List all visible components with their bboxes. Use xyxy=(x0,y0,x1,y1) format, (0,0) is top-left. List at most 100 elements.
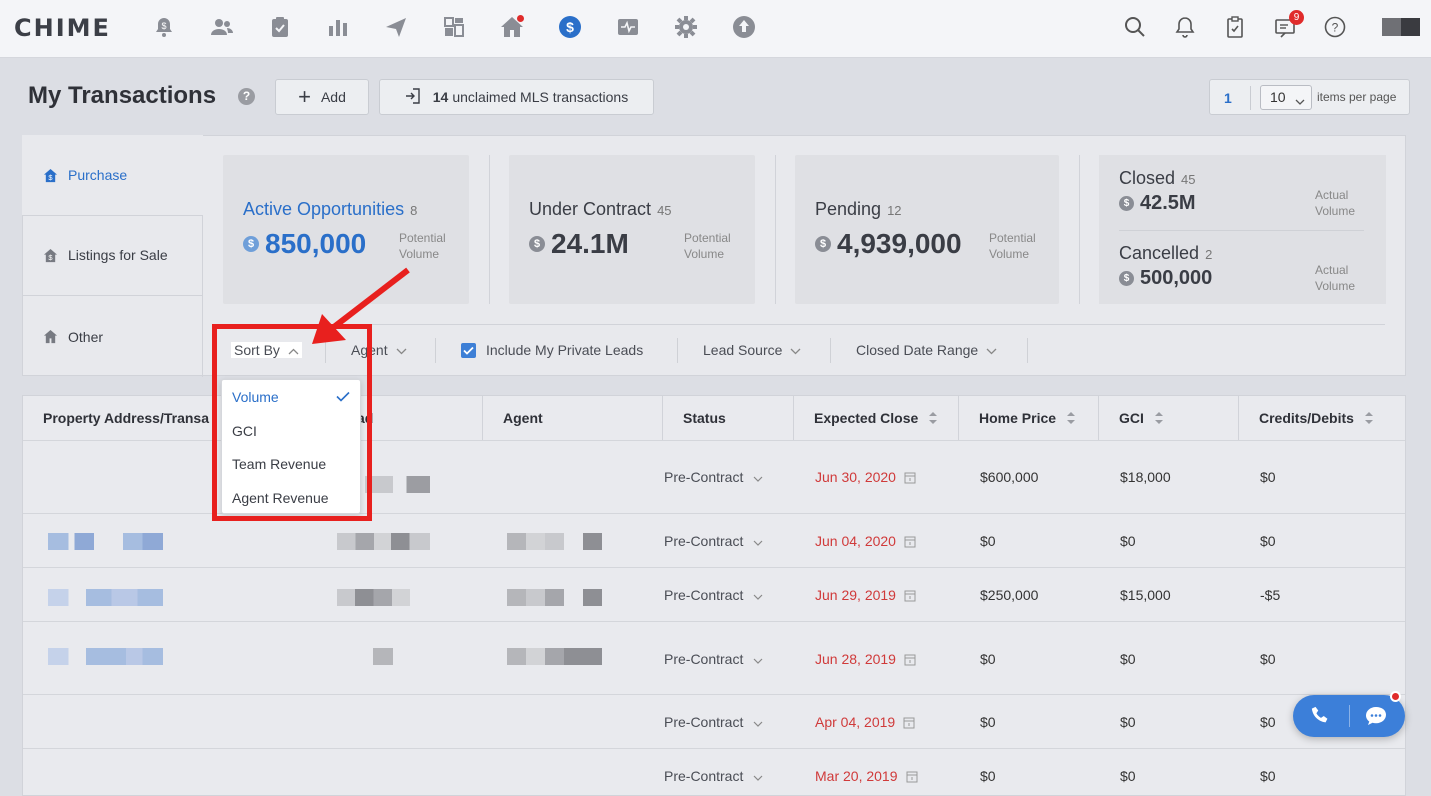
expected-close-date[interactable]: Mar 20, 2019 xyxy=(815,768,918,786)
help-icon[interactable]: ? xyxy=(1322,14,1348,40)
redacted-address[interactable] xyxy=(48,533,163,550)
checkbox-checked-icon[interactable] xyxy=(461,342,476,358)
card-count: 8 xyxy=(410,203,418,218)
card-value: 850,000 xyxy=(265,228,367,259)
task-icon[interactable] xyxy=(1222,14,1248,40)
col-header-expected-close[interactable]: Expected Close xyxy=(794,396,959,440)
pager-divider xyxy=(1250,86,1251,110)
redacted-address[interactable] xyxy=(48,648,163,665)
sort-icon[interactable] xyxy=(1154,410,1164,426)
tab-listings-for-sale[interactable]: $ Listings for Sale xyxy=(22,215,203,296)
status-dropdown[interactable]: Pre-Contract xyxy=(664,469,763,485)
dollar-icon[interactable]: $ xyxy=(557,14,583,40)
notification-bell-icon[interactable] xyxy=(1172,14,1198,40)
calendar-icon[interactable] xyxy=(904,535,916,551)
chat-notification-dot xyxy=(1390,691,1401,702)
add-button[interactable]: + Add xyxy=(275,79,369,115)
sort-icon[interactable] xyxy=(1066,410,1076,426)
activity-icon[interactable] xyxy=(615,14,641,40)
col-header-credits-debits[interactable]: Credits/Debits xyxy=(1239,396,1405,440)
card-pending[interactable]: Pending 12 $4,939,000 Potential Volume xyxy=(795,155,1059,304)
messages-icon[interactable]: 9 xyxy=(1272,10,1304,40)
chime-logo[interactable]: CHIME xyxy=(14,14,111,42)
annotation-arrow-icon xyxy=(312,267,410,344)
credits-debits: $0 xyxy=(1260,714,1276,730)
chevron-down-icon xyxy=(753,469,763,485)
redacted-agent[interactable] xyxy=(507,589,602,606)
calendar-icon[interactable] xyxy=(904,589,916,605)
col-header-status[interactable]: Status xyxy=(663,396,794,440)
lead-source-filter[interactable]: Lead Source xyxy=(703,342,801,358)
messages-badge: 9 xyxy=(1289,10,1304,25)
chat-icon[interactable] xyxy=(1364,704,1388,731)
col-header-gci[interactable]: GCI xyxy=(1099,396,1239,440)
col-header-agent[interactable]: Agent xyxy=(483,396,663,440)
home-notification-dot xyxy=(517,15,524,22)
gear-icon[interactable] xyxy=(673,14,699,40)
closed-date-range-filter[interactable]: Closed Date Range xyxy=(856,342,997,358)
tab-other[interactable]: Other xyxy=(22,296,203,377)
closed-value: 42.5M xyxy=(1140,192,1196,214)
card-title: Under Contract xyxy=(529,199,652,219)
card-divider xyxy=(775,155,776,304)
redacted-agent[interactable] xyxy=(507,648,602,665)
sort-icon[interactable] xyxy=(928,410,938,426)
filter-separator xyxy=(435,338,436,363)
phone-icon[interactable] xyxy=(1310,705,1332,730)
col-header-home-price[interactable]: Home Price xyxy=(959,396,1099,440)
send-icon[interactable] xyxy=(383,14,409,40)
filter-separator xyxy=(1027,338,1028,363)
redacted-lead[interactable] xyxy=(373,648,393,665)
status-dropdown[interactable]: Pre-Contract xyxy=(664,714,763,730)
unclaimed-mls-button[interactable]: 14 unclaimed MLS transactions xyxy=(379,79,654,115)
calendar-icon[interactable] xyxy=(904,653,916,669)
card-divider xyxy=(489,155,490,304)
status-dropdown[interactable]: Pre-Contract xyxy=(664,587,763,603)
avatar[interactable] xyxy=(1382,18,1420,36)
redacted-lead[interactable] xyxy=(337,533,430,550)
tab-purchase[interactable]: $ Purchase xyxy=(22,135,203,216)
bell-dollar-icon[interactable]: $ xyxy=(151,14,177,40)
status-dropdown[interactable]: Pre-Contract xyxy=(664,768,763,784)
redacted-address[interactable] xyxy=(48,589,163,606)
card-closed-cancelled[interactable]: Closed 45 $42.5M Actual Volume Cancelled 2 … xyxy=(1099,155,1386,304)
expected-close-date[interactable]: Jun 04, 2020 xyxy=(815,533,916,551)
upload-icon[interactable] xyxy=(731,14,757,40)
sort-icon[interactable] xyxy=(1364,410,1374,426)
expected-close-date[interactable]: Jun 29, 2019 xyxy=(815,587,916,605)
expected-close-date[interactable]: Jun 28, 2019 xyxy=(815,651,916,669)
home-icon[interactable] xyxy=(499,14,525,40)
dashboard-grid-icon[interactable] xyxy=(441,14,467,40)
gci: $0 xyxy=(1120,533,1136,549)
help-circle-icon[interactable]: ? xyxy=(238,88,255,105)
include-private-leads-checkbox[interactable]: Include My Private Leads xyxy=(461,342,643,358)
cancelled-count: 2 xyxy=(1205,247,1213,262)
page-number[interactable]: 1 xyxy=(1224,90,1232,106)
svg-text:?: ? xyxy=(1332,21,1339,35)
credits-debits: -$5 xyxy=(1260,587,1281,603)
bar-chart-icon[interactable] xyxy=(325,14,351,40)
search-icon[interactable] xyxy=(1122,14,1148,40)
calendar-icon[interactable] xyxy=(904,471,916,487)
status-dropdown[interactable]: Pre-Contract xyxy=(664,533,763,549)
calendar-icon[interactable] xyxy=(906,770,918,786)
people-icon[interactable] xyxy=(209,14,235,40)
calendar-icon[interactable] xyxy=(903,716,915,732)
svg-text:$: $ xyxy=(161,21,166,31)
closed-date-range-label: Closed Date Range xyxy=(856,342,979,358)
per-page-label: items per page xyxy=(1317,90,1397,104)
clipboard-icon[interactable] xyxy=(267,14,293,40)
filter-separator xyxy=(830,338,831,363)
per-page-select[interactable]: 10 xyxy=(1260,85,1312,110)
redacted-lead[interactable] xyxy=(337,589,410,606)
contact-widget[interactable] xyxy=(1293,691,1405,737)
status-dropdown[interactable]: Pre-Contract xyxy=(664,651,763,667)
row-divider xyxy=(23,694,1405,695)
svg-text:$: $ xyxy=(566,19,574,35)
card-sub-1: Potential xyxy=(989,231,1036,245)
expected-close-date[interactable]: Jun 30, 2020 xyxy=(815,469,916,487)
redacted-agent[interactable] xyxy=(507,533,602,550)
expected-close-date[interactable]: Apr 04, 2019 xyxy=(815,714,915,732)
home-price: $0 xyxy=(980,533,996,549)
card-under-contract[interactable]: Under Contract 45 $24.1M Potential Volume xyxy=(509,155,755,304)
